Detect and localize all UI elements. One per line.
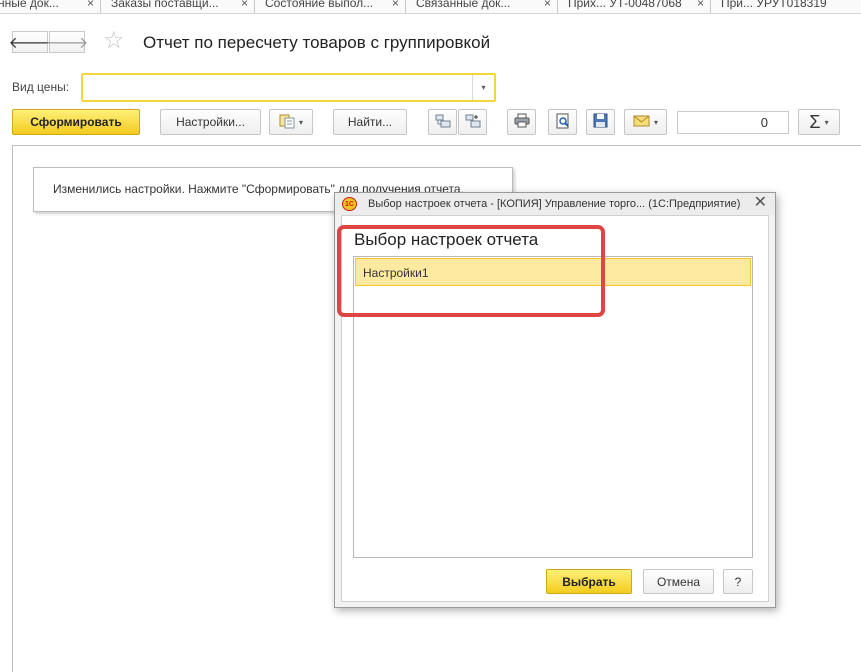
- annotation-highlight-box: [337, 225, 605, 317]
- close-icon[interactable]: ×: [241, 0, 248, 11]
- close-icon[interactable]: ×: [87, 0, 94, 11]
- close-icon[interactable]: ×: [544, 0, 551, 11]
- dropdown-arrow-icon[interactable]: ▾: [472, 75, 494, 100]
- help-button[interactable]: ?: [723, 569, 753, 594]
- sigma-icon: Σ: [809, 111, 821, 132]
- tab-label: Состояние выпол...: [265, 0, 374, 10]
- preview-button[interactable]: [548, 109, 577, 135]
- expand-groups-button[interactable]: [458, 109, 487, 135]
- sum-value-field: 0: [677, 111, 789, 134]
- price-type-input[interactable]: ▾: [81, 73, 496, 102]
- collapse-groups-icon: [435, 114, 451, 131]
- chevron-down-icon: ▾: [298, 117, 303, 127]
- dialog-titlebar[interactable]: 1С Выбор настроек отчета - [КОПИЯ] Управ…: [335, 193, 775, 215]
- variants-button[interactable]: ▾: [269, 109, 313, 135]
- favorite-star-icon[interactable]: ☆: [103, 29, 125, 53]
- send-email-button[interactable]: ▾: [624, 109, 667, 135]
- dialog-title: Выбор настроек отчета - [КОПИЯ] Управлен…: [368, 198, 741, 210]
- page-title: Отчет по пересчету товаров с группировко…: [143, 33, 491, 52]
- generate-button[interactable]: Сформировать: [12, 109, 140, 135]
- back-button[interactable]: 🡐: [9, 31, 51, 53]
- chevron-down-icon: ▾: [824, 117, 829, 127]
- cancel-button[interactable]: Отмена: [643, 569, 714, 594]
- find-button[interactable]: Найти...: [333, 109, 407, 135]
- tab-label: Прих... УТ-00487068: [568, 0, 682, 10]
- settings-button[interactable]: Настройки...: [160, 109, 261, 135]
- select-button[interactable]: Выбрать: [546, 569, 632, 594]
- tab-receipt-2[interactable]: При... УРУТ018319: [711, 0, 861, 13]
- close-icon[interactable]: ×: [697, 0, 704, 11]
- sum-button[interactable]: Σ ▾: [798, 109, 840, 135]
- close-icon[interactable]: ✕: [754, 195, 767, 211]
- expand-groups-icon: [465, 114, 481, 131]
- tab-label: нные док...: [0, 0, 59, 10]
- tab-supplier-orders[interactable]: Заказы поставщи... ×: [101, 0, 255, 13]
- price-type-label: Вид цены:: [12, 80, 70, 94]
- tab-label: Связанные док...: [416, 0, 511, 10]
- printer-icon: [514, 113, 530, 131]
- save-button[interactable]: [586, 109, 615, 135]
- arrow-right-icon: 🡒: [45, 34, 89, 52]
- report-variants-icon: [279, 113, 295, 132]
- tab-label: Заказы поставщи...: [111, 0, 219, 10]
- tab-receipt-1[interactable]: Прих... УТ-00487068 ×: [558, 0, 711, 13]
- tab-bar: нные док... × Заказы поставщи... × Состо…: [0, 0, 861, 14]
- tab-linked-docs-1[interactable]: нные док... ×: [0, 0, 101, 13]
- forward-button[interactable]: 🡒: [46, 31, 88, 53]
- tab-label: При... УРУТ018319: [721, 0, 827, 10]
- 1c-logo-icon: 1С: [342, 197, 357, 211]
- floppy-disk-icon: [593, 113, 608, 131]
- close-icon[interactable]: ×: [392, 0, 399, 11]
- collapse-groups-button[interactable]: [428, 109, 457, 135]
- chevron-down-icon: ▾: [653, 117, 658, 127]
- print-preview-icon: [555, 113, 571, 132]
- envelope-icon: [633, 115, 650, 130]
- tab-execution-status[interactable]: Состояние выпол... ×: [255, 0, 406, 13]
- tab-linked-docs-2[interactable]: Связанные док... ×: [406, 0, 558, 13]
- print-button[interactable]: [507, 109, 536, 135]
